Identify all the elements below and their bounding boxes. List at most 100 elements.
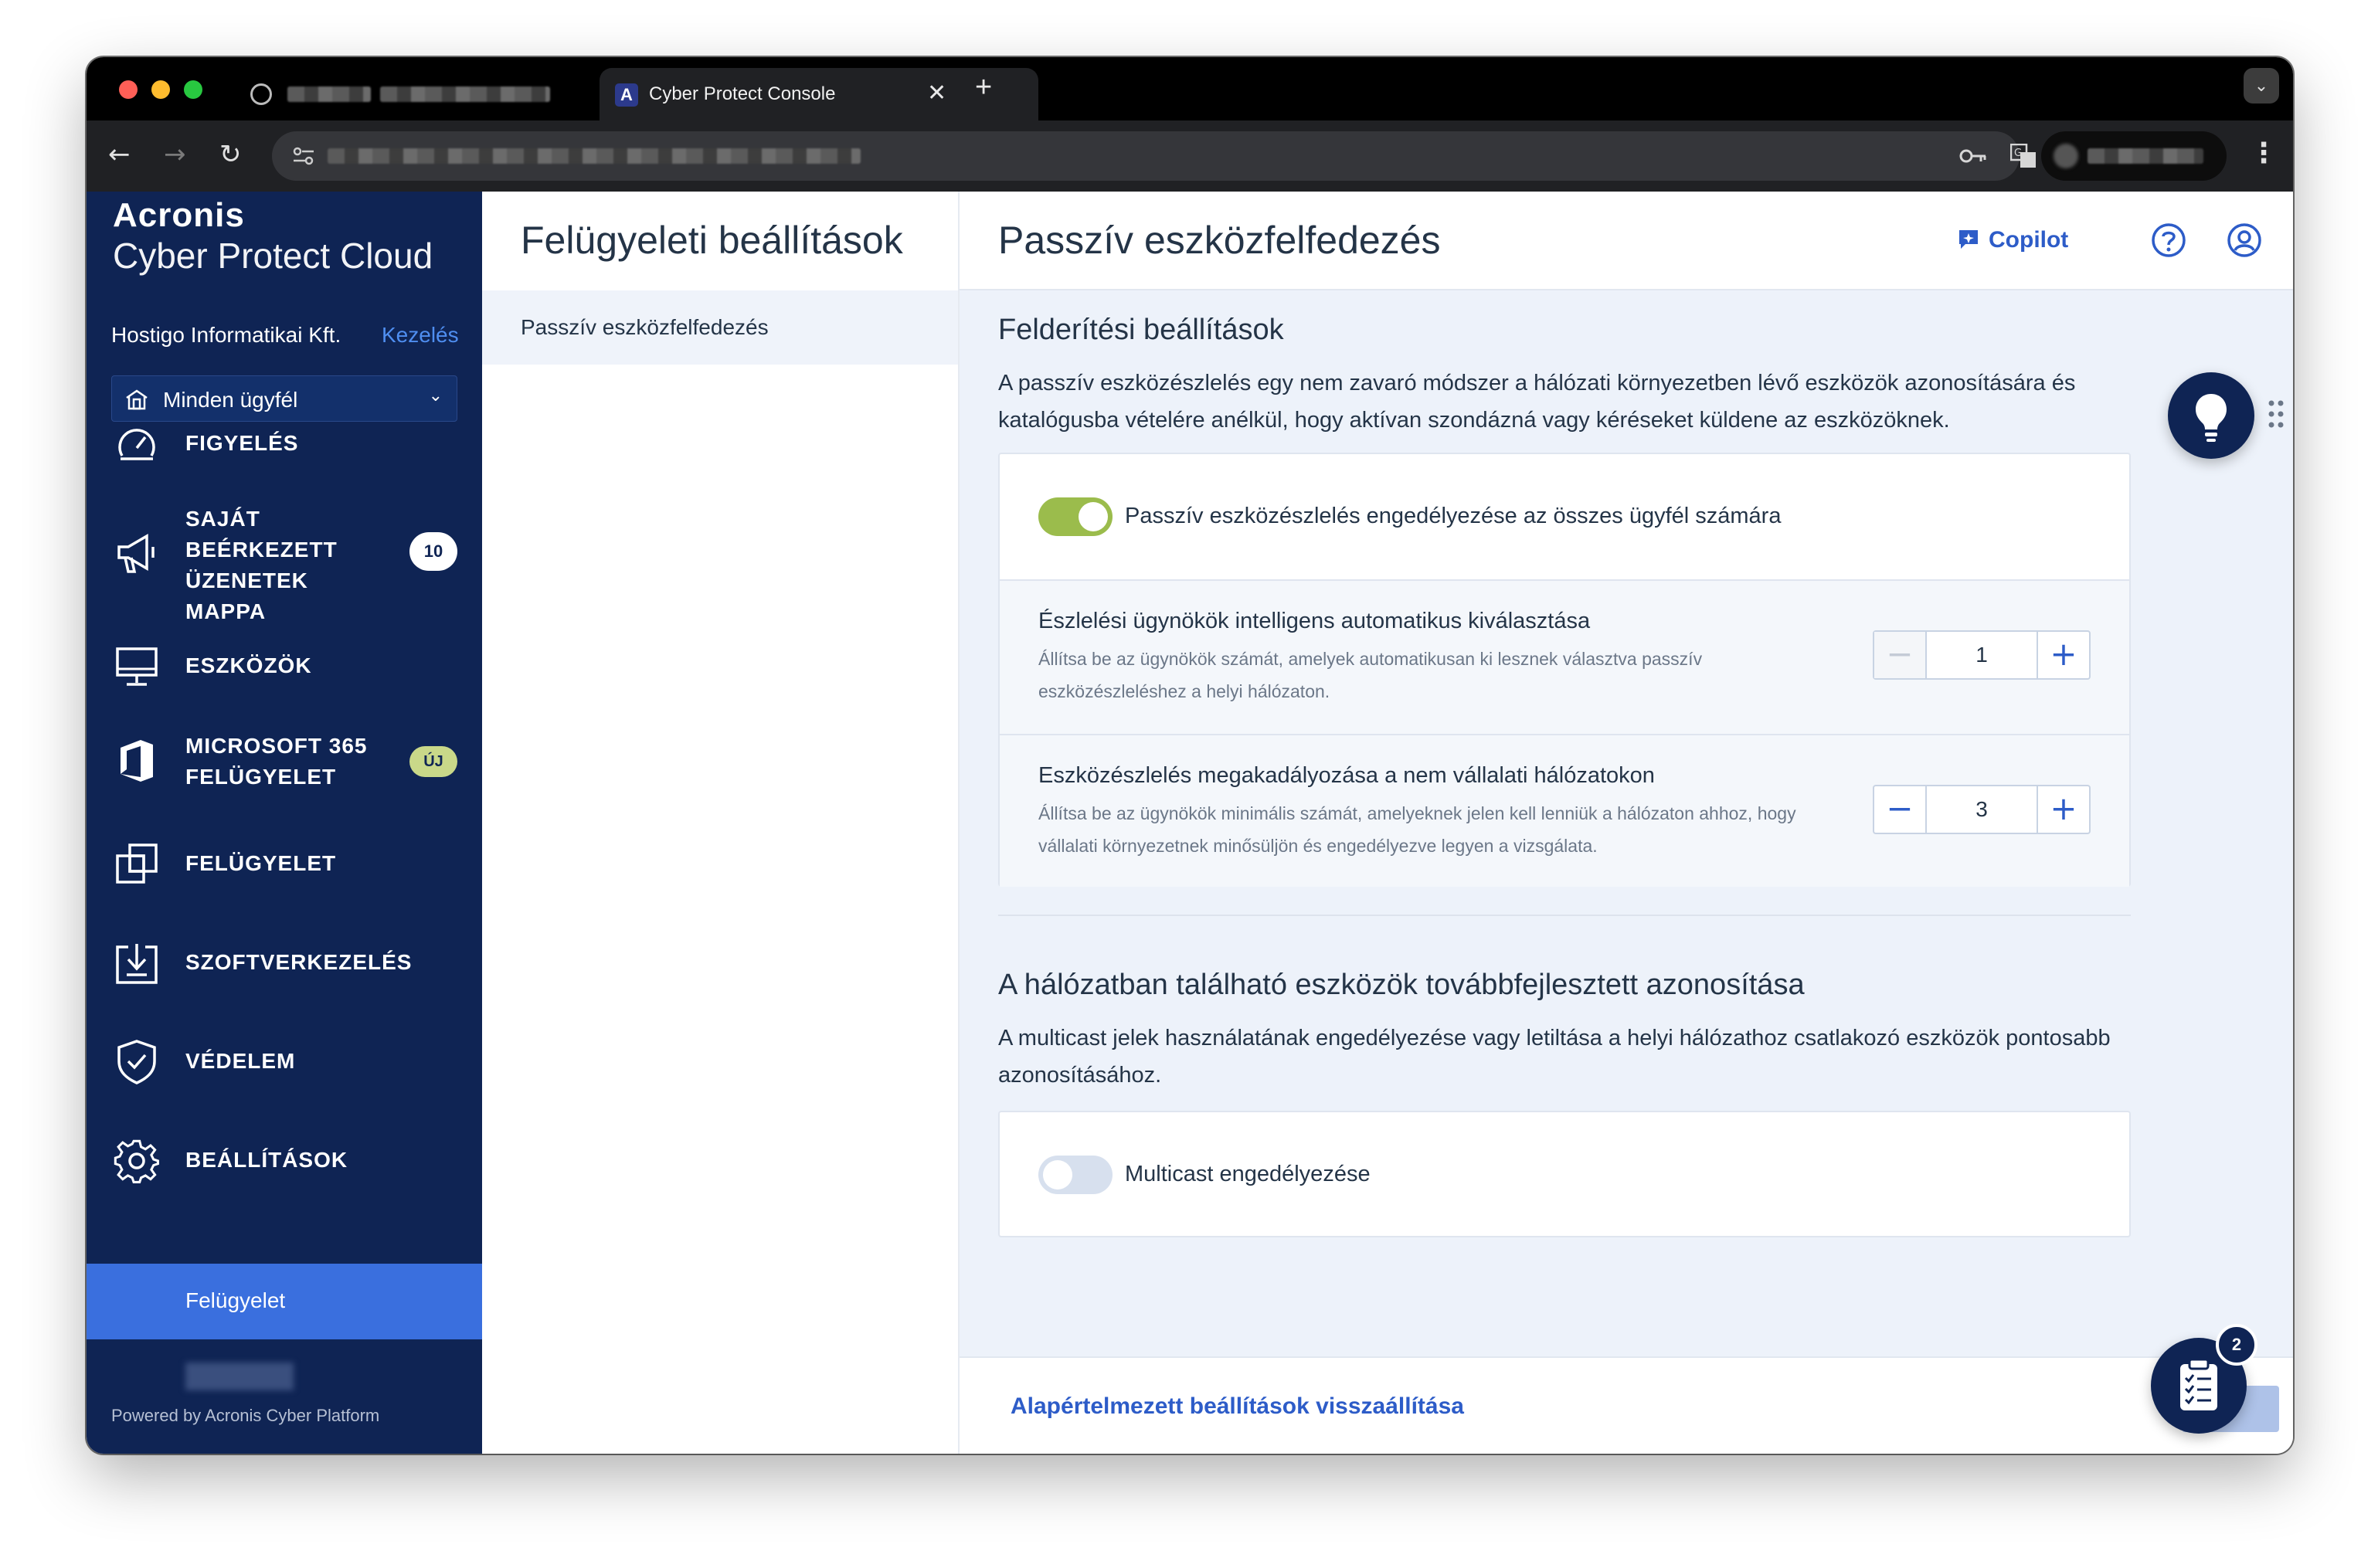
unread-count-badge: 10 xyxy=(409,532,457,571)
passive-discovery-toggle-label: Passzív eszközészlelés engedélyezése az … xyxy=(1125,504,1782,528)
toggle-knob xyxy=(1043,1160,1072,1190)
panel-item-label: Passzív eszközfelfedezés xyxy=(521,315,769,339)
monitor-icon xyxy=(116,647,158,686)
sidebar-subitem-label: Felügyelet xyxy=(185,1288,286,1312)
browser-toolbar: ← → ↻ G ☆ ⋮ xyxy=(87,120,2293,192)
back-arrow-icon[interactable]: ← xyxy=(108,139,131,170)
sidebar-item-management[interactable]: FELÜGYELET xyxy=(87,840,482,888)
translate-icon[interactable]: G xyxy=(2010,144,2037,168)
setting-help: Állítsa be az ügynökök minimális számát,… xyxy=(1038,803,1796,856)
toggle-knob xyxy=(1079,502,1108,531)
organization-name: Hostigo Informatikai Kft. xyxy=(111,323,341,347)
redacted-profile-name xyxy=(2088,148,2203,164)
redacted-subitem[interactable] xyxy=(185,1363,294,1390)
office365-icon xyxy=(121,740,153,782)
reset-defaults-link[interactable]: Alapértelmezett beállítások visszaállítá… xyxy=(1011,1393,1464,1420)
help-icon[interactable] xyxy=(2151,222,2186,258)
sidebar-item-label: FIGYELÉS xyxy=(185,431,299,455)
increment-button[interactable]: + xyxy=(2037,632,2089,678)
forward-arrow-icon[interactable]: → xyxy=(164,139,186,170)
sidebar: Acronis Cyber Protect Cloud Hostigo Info… xyxy=(87,192,482,1454)
stepper-value[interactable]: 1 xyxy=(1928,632,2035,678)
copilot-icon[interactable] xyxy=(1956,227,1981,252)
decrement-button[interactable]: − xyxy=(1874,786,1927,833)
acronis-favicon-icon: A xyxy=(615,83,638,107)
customer-selector[interactable]: Minden ügyfél ⌄ xyxy=(111,375,457,422)
account-icon[interactable] xyxy=(2227,222,2262,258)
sidebar-item-label: MICROSOFT 365 FELÜGYELET xyxy=(185,734,368,789)
decrement-button[interactable]: − xyxy=(1874,632,1927,678)
multicast-toggle[interactable] xyxy=(1038,1156,1113,1194)
page-title: Passzív eszközfelfedezés xyxy=(998,219,1441,262)
app-root: Acronis Cyber Protect Cloud Hostigo Info… xyxy=(87,192,2293,1454)
sidebar-item-label: BEÁLLÍTÁSOK xyxy=(185,1148,348,1172)
acronis-logo: Acronis xyxy=(113,196,245,234)
discovery-settings-card: Passzív eszközészlelés engedélyezése az … xyxy=(998,453,2131,887)
key-icon[interactable] xyxy=(1959,145,1987,167)
setting-help: Állítsa be az ügynökök számát, amelyek a… xyxy=(1038,649,1703,701)
gear-icon xyxy=(114,1139,159,1183)
advanced-section-description: A multicast jelek használatának engedély… xyxy=(998,1026,2111,1088)
panel-item-passive-discovery[interactable]: Passzív eszközfelfedezés xyxy=(482,290,958,365)
increment-button[interactable]: + xyxy=(2037,786,2089,833)
sidebar-item-m365[interactable]: MICROSOFT 365 FELÜGYELET ÚJ xyxy=(87,721,482,802)
sidebar-item-devices[interactable]: ESZKÖZÖK xyxy=(87,643,482,691)
new-badge: ÚJ xyxy=(409,746,457,777)
sidebar-item-monitoring[interactable]: FIGYELÉS xyxy=(87,422,482,470)
monitoring-gauge-icon xyxy=(118,429,155,460)
sidebar-item-software[interactable]: SZOFTVERKEZELÉS xyxy=(87,939,482,987)
main-header: Passzív eszközfelfedezés Copilot xyxy=(960,192,2293,290)
main-content: Passzív eszközfelfedezés Copilot Felderí… xyxy=(960,192,2293,1454)
profile-button[interactable] xyxy=(2041,131,2227,181)
megaphone-icon xyxy=(117,533,155,573)
copilot-button[interactable]: Copilot xyxy=(1989,227,2068,253)
close-window-button[interactable] xyxy=(119,80,138,99)
shield-check-icon xyxy=(117,1040,156,1084)
tasks-count-badge: 2 xyxy=(2216,1324,2257,1366)
panel-title: Felügyeleti beállítások xyxy=(521,219,903,262)
chevron-down-icon: ⌄ xyxy=(428,386,443,406)
new-tab-button[interactable]: + xyxy=(975,73,992,102)
close-tab-icon[interactable]: ✕ xyxy=(927,82,946,105)
manage-link[interactable]: Kezelés xyxy=(382,323,459,348)
stepper-value[interactable]: 3 xyxy=(1928,786,2035,833)
browser-menu-icon[interactable]: ⋮ xyxy=(2250,137,2278,168)
redacted-url xyxy=(328,148,861,164)
settings-category-panel: Felügyeleti beállítások Passzív eszközfe… xyxy=(482,192,960,1454)
tab-search-chevron-icon[interactable]: ⌄ xyxy=(2244,68,2279,104)
discovery-section-description: A passzív eszközészlelés egy nem zavaró … xyxy=(998,371,2076,433)
software-download-icon xyxy=(116,944,158,984)
address-bar[interactable]: G ☆ xyxy=(272,131,2081,181)
avatar xyxy=(2054,144,2078,168)
powered-by-text: Powered by Acronis Cyber Platform xyxy=(111,1406,380,1425)
maximize-window-button[interactable] xyxy=(184,80,202,99)
discovery-section-title: Felderítési beállítások xyxy=(998,314,1284,346)
minimize-window-button[interactable] xyxy=(151,80,170,99)
redacted-tab-title xyxy=(287,87,371,102)
section-divider xyxy=(998,915,2131,916)
agent-count-stepper[interactable]: − 1 + xyxy=(1873,630,2091,680)
browser-window: ✕ A Cyber Protect Console ✕ + ⌄ ← → ↻ xyxy=(87,57,2293,1454)
tab-cyber-protect-console[interactable]: A Cyber Protect Console ✕ xyxy=(600,68,1038,120)
sidebar-item-protection[interactable]: VÉDELEM xyxy=(87,1038,482,1086)
customer-select-value: Minden ügyfél xyxy=(163,388,298,412)
sidebar-item-label: SZOFTVERKEZELÉS xyxy=(185,950,413,974)
sidebar-subitem-management[interactable]: Felügyelet xyxy=(87,1264,482,1339)
lightbulb-icon xyxy=(2196,394,2227,442)
settings-footer: Alapértelmezett beállítások visszaállítá… xyxy=(960,1356,2293,1454)
sidebar-item-inbox[interactable]: SAJÁT BEÉRKEZETT ÜZENETEK MAPPA 10 xyxy=(87,504,482,623)
min-agents-stepper[interactable]: − 3 + xyxy=(1873,785,2091,834)
product-name: Cyber Protect Cloud xyxy=(113,236,433,276)
passive-discovery-toggle-row: Passzív eszközészlelés engedélyezése az … xyxy=(1000,454,2129,579)
passive-discovery-toggle[interactable] xyxy=(1038,497,1113,536)
sidebar-item-label: SAJÁT BEÉRKEZETT ÜZENETEK MAPPA xyxy=(185,507,338,623)
site-settings-icon[interactable] xyxy=(292,145,315,167)
globe-icon xyxy=(250,83,272,105)
tab-bar: ✕ A Cyber Protect Console ✕ + ⌄ xyxy=(87,57,2293,120)
management-squares-icon xyxy=(116,843,158,884)
agent-autoselect-row: Észlelési ügynökök intelligens automatik… xyxy=(1000,579,2129,734)
drag-handle-icon[interactable] xyxy=(2267,399,2285,429)
sidebar-item-settings[interactable]: BEÁLLÍTÁSOK xyxy=(87,1137,482,1185)
tips-lightbulb-button[interactable] xyxy=(2168,372,2254,459)
reload-icon[interactable]: ↻ xyxy=(219,139,242,170)
